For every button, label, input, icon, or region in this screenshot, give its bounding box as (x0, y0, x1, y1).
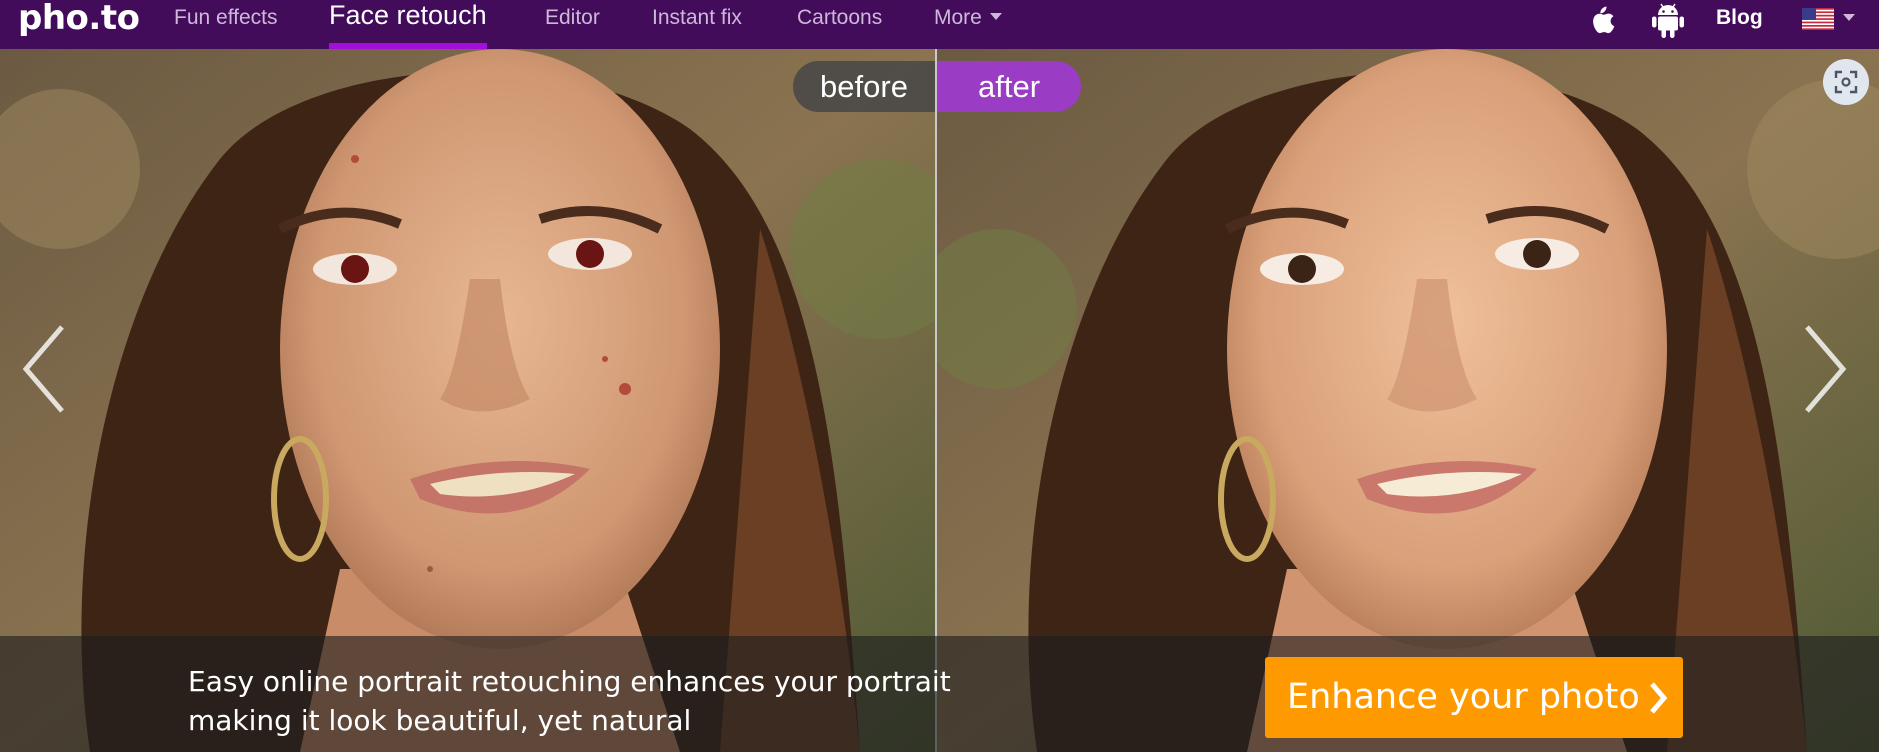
nav-cartoons[interactable]: Cartoons (797, 0, 882, 49)
cta-label: Enhance your photo (1287, 677, 1640, 717)
us-flag-icon[interactable] (1802, 8, 1834, 30)
before-after-toggle: before after (793, 61, 1081, 112)
apple-icon[interactable] (1583, 2, 1617, 38)
nav-more[interactable]: More (934, 0, 1002, 49)
nav-instant-fix[interactable]: Instant fix (652, 0, 742, 49)
next-slide-arrow-icon[interactable] (1791, 319, 1851, 419)
previous-slide-arrow-icon[interactable] (18, 319, 78, 419)
toggle-after-button[interactable]: after (937, 61, 1081, 112)
language-caret-down-icon[interactable] (1843, 14, 1855, 21)
toggle-before-button[interactable]: before (793, 61, 935, 112)
hero-caption: Easy online portrait retouching enhances… (188, 665, 951, 737)
enhance-your-photo-button[interactable]: Enhance your photo (1265, 657, 1683, 738)
nav-editor[interactable]: Editor (545, 0, 600, 49)
android-icon[interactable] (1650, 2, 1686, 40)
nav-blog[interactable]: Blog (1716, 0, 1763, 36)
site-logo[interactable]: pho.to (18, 0, 140, 38)
nav-more-label: More (934, 6, 982, 29)
chevron-right-icon (1650, 682, 1668, 714)
fullscreen-icon[interactable] (1823, 59, 1869, 105)
top-nav-bar: pho.to Fun effects Face retouch Editor I… (0, 0, 1879, 49)
hero-slider: before after (0, 49, 1879, 752)
nav-face-retouch[interactable]: Face retouch (329, 0, 487, 49)
nav-fun-effects[interactable]: Fun effects (174, 0, 278, 49)
caret-down-icon (989, 12, 1002, 20)
